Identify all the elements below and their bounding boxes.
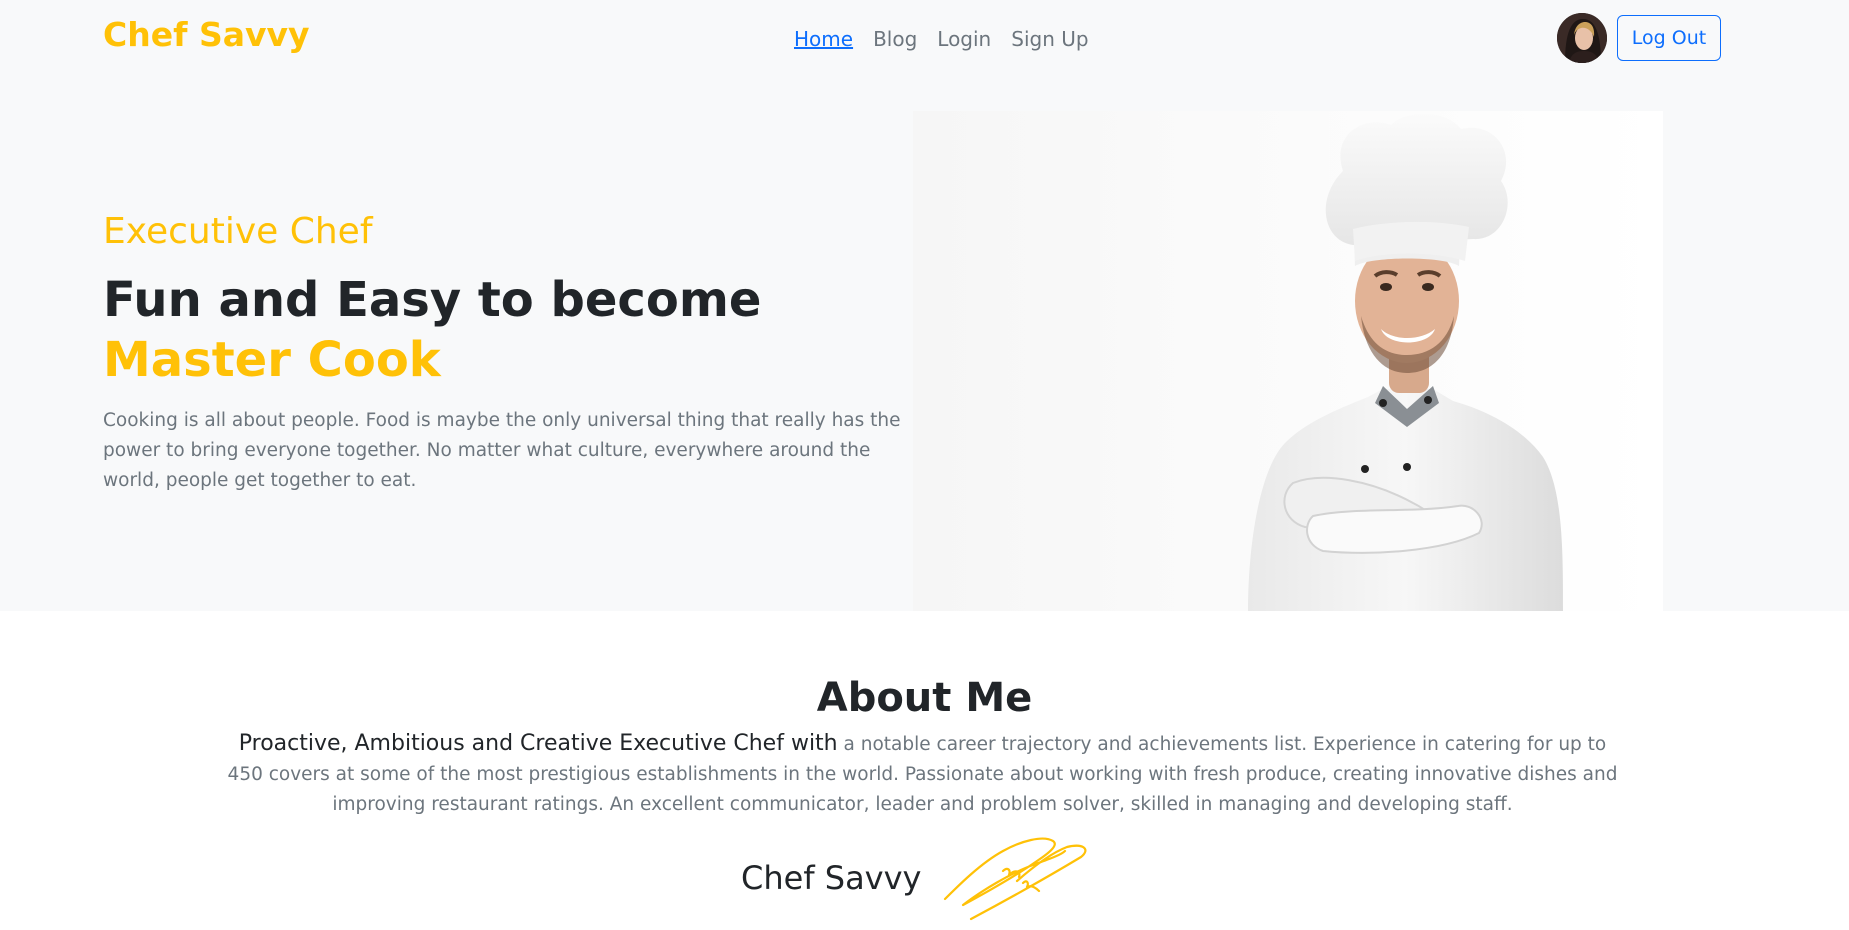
about-paragraph: Proactive, Ambitious and Creative Execut… bbox=[220, 729, 1625, 820]
log-out-button[interactable]: Log Out bbox=[1617, 15, 1721, 61]
brand-logo[interactable]: Chef Savvy bbox=[103, 14, 310, 56]
hero-section: Chef Savvy Home Blog Login Sign Up Log O… bbox=[0, 0, 1849, 611]
about-section: About Me Proactive, Ambitious and Creati… bbox=[0, 611, 1849, 930]
hero-headline-accent: Master Cook bbox=[103, 332, 441, 388]
avatar-image bbox=[1557, 13, 1607, 63]
signature-image bbox=[944, 837, 1087, 921]
hero-headline-main: Fun and Easy to become bbox=[103, 272, 762, 328]
nav-links: Home Blog Login Sign Up bbox=[794, 24, 1089, 54]
about-lead-strong: Proactive, Ambitious and Creative Execut… bbox=[238, 731, 838, 756]
signature-name: Chef Savvy bbox=[741, 859, 922, 897]
nav-link-blog[interactable]: Blog bbox=[873, 24, 917, 54]
hero-eyebrow: Executive Chef bbox=[103, 211, 373, 252]
signature-row: Chef Savvy bbox=[741, 833, 1091, 923]
avatar[interactable] bbox=[1557, 13, 1607, 63]
hero-headline: Fun and Easy to become Master Cook bbox=[103, 270, 903, 390]
about-title: About Me bbox=[816, 675, 1033, 721]
nav-link-home[interactable]: Home bbox=[794, 24, 853, 54]
nav-link-sign-up[interactable]: Sign Up bbox=[1011, 24, 1088, 54]
chef-image bbox=[913, 111, 1663, 611]
hero-paragraph: Cooking is all about people. Food is may… bbox=[103, 410, 901, 491]
chef-illustration bbox=[1248, 113, 1563, 611]
hero-text: Executive Chef Fun and Easy to become Ma… bbox=[103, 208, 903, 496]
nav-link-login[interactable]: Login bbox=[937, 24, 991, 54]
navbar: Chef Savvy Home Blog Login Sign Up Log O… bbox=[0, 0, 1849, 78]
